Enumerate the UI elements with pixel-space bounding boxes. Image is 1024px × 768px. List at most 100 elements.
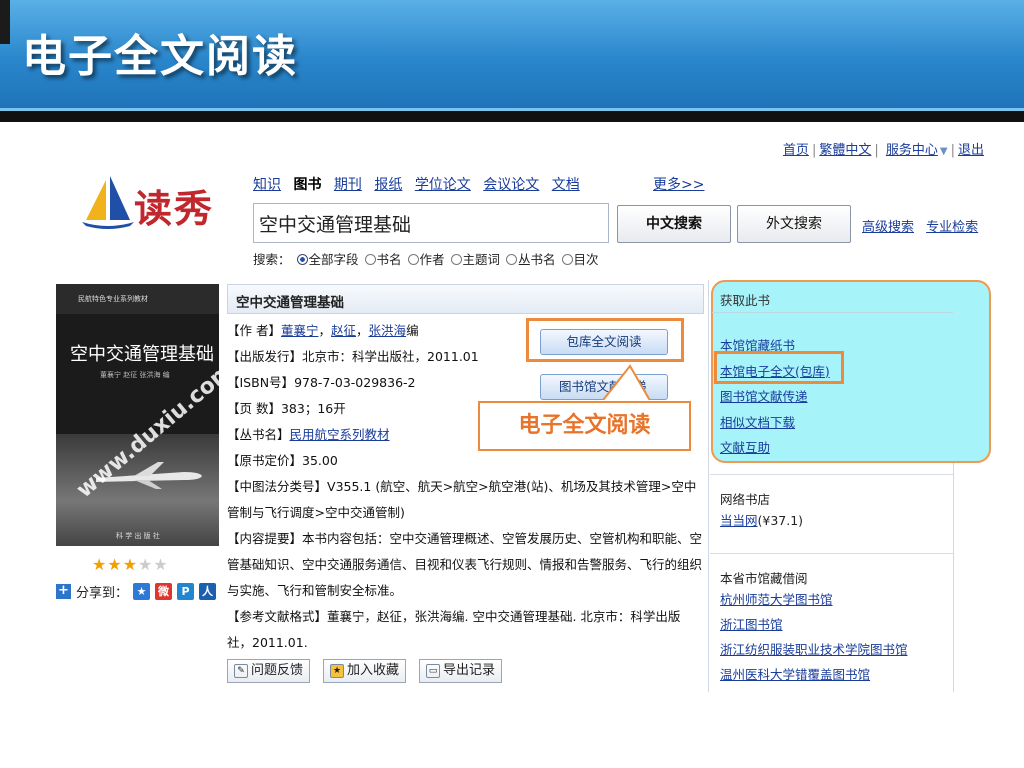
publish-value: 北京市：科学出版社，2011.01 [302, 349, 479, 364]
tab-conference-papers[interactable]: 会议论文 [483, 177, 539, 193]
tab-journals[interactable]: 期刊 [334, 177, 362, 193]
renren-icon[interactable]: 人 [199, 583, 217, 600]
dangdang-link[interactable]: 当当网 [720, 513, 758, 528]
tab-books[interactable]: 图书 [293, 177, 321, 193]
similar-docs-link[interactable]: 相似文档下载 [720, 410, 830, 436]
ebook-link-highlight [714, 351, 844, 384]
professional-search-link[interactable]: 专业检索 [926, 220, 978, 235]
summary-line: 【内容提要】本书内容包括：空中交通管理概述、空管发展历史、空管机构和职能、空管基… [227, 526, 705, 604]
local-libraries-title: 本省市馆藏借阅 [720, 571, 808, 586]
isbn-value: 978-7-03-029836-2 [294, 375, 416, 390]
duxiu-logo[interactable]: 读秀 [80, 176, 220, 236]
search-scope: 搜索： 全部字段 书名 作者 主题词 丛书名 目次 [253, 249, 599, 268]
scope-option-subject[interactable]: 主题词 [463, 252, 501, 267]
slide-title: 电子全文阅读 [22, 31, 298, 82]
series-link[interactable]: 民用航空系列教材 [290, 427, 390, 442]
export-icon: ▭ [426, 664, 441, 678]
scope-option-author[interactable]: 作者 [420, 252, 445, 267]
callout-pointer [598, 364, 654, 404]
author-link-1[interactable]: 董襄宁 [281, 323, 319, 338]
star-empty-icon[interactable]: ★ [153, 555, 168, 574]
feedback-label: 问题反馈 [251, 663, 304, 678]
scope-option-all[interactable]: 全部字段 [309, 252, 359, 267]
scope-radio-title[interactable] [364, 254, 376, 265]
online-store-title: 网络书店 [720, 492, 771, 507]
callout-label: 电子全文阅读 [478, 401, 691, 451]
author-link-2[interactable]: 赵征 [331, 323, 356, 338]
weibo-icon[interactable]: 微 [155, 583, 173, 600]
scope-option-toc[interactable]: 目次 [574, 252, 599, 267]
logo-text: 读秀 [134, 186, 215, 231]
sailboat-icon [82, 176, 134, 229]
export-button[interactable]: ▭ 导出记录 [419, 659, 503, 683]
star-icon[interactable]: ★ [92, 555, 107, 574]
document-delivery-link[interactable]: 图书馆文献传递 [720, 384, 830, 410]
rating-stars[interactable]: ★★★★★ [92, 555, 169, 574]
chinese-search-button[interactable]: 中文搜索 [617, 205, 731, 243]
logout-link[interactable]: 退出 [958, 143, 984, 158]
library-link-3[interactable]: 浙江纺织服装职业技术学院图书馆 [720, 637, 953, 662]
clc-line: 【中图法分类号】V355.1 (航空、航天>航空>航空港(站)、机场及其技术管理… [227, 474, 705, 526]
service-center-link[interactable]: 服务中心 [886, 143, 938, 158]
favorite-button[interactable]: ★ 加入收藏 [323, 659, 407, 683]
star-empty-icon[interactable]: ★ [138, 555, 153, 574]
library-link-4[interactable]: 温州医科大学错覆盖图书馆 [720, 662, 953, 687]
home-link[interactable]: 首页 [783, 143, 809, 158]
star-icon[interactable]: ★ [107, 555, 122, 574]
tab-theses[interactable]: 学位论文 [415, 177, 471, 193]
export-label: 导出记录 [443, 663, 496, 678]
favorite-icon: ★ [330, 664, 345, 678]
tencent-icon[interactable]: P [177, 583, 195, 600]
scope-option-series[interactable]: 丛书名 [518, 252, 556, 267]
traditional-chinese-link[interactable]: 繁體中文 [819, 143, 871, 158]
more-link[interactable]: 更多>> [653, 174, 704, 194]
star-icon[interactable]: ★ [123, 555, 138, 574]
isbn-label: 【ISBN号】 [227, 375, 295, 390]
local-libraries-section: 本省市馆藏借阅 杭州师范大学图书馆 浙江图书馆 浙江纺织服装职业技术学院图书馆 … [710, 553, 953, 687]
library-link-1[interactable]: 杭州师范大学图书馆 [720, 587, 953, 612]
book-cover[interactable]: 民航特色专业系列教材 空中交通管理基础 董襄宁 赵征 张洪海 编 www.dux… [56, 284, 219, 546]
scope-radio-toc[interactable] [561, 254, 573, 265]
author-link-3[interactable]: 张洪海 [369, 323, 407, 338]
tab-knowledge[interactable]: 知识 [253, 177, 281, 193]
book-title: 空中交通管理基础 [227, 284, 704, 314]
qzone-icon[interactable]: ★ [133, 583, 151, 600]
library-link-2[interactable]: 浙江图书馆 [720, 612, 953, 637]
banner-corner [0, 0, 10, 44]
citation-label: 【参考文献格式】 [227, 609, 328, 624]
pages-label: 【页 数】 [227, 401, 281, 416]
cover-publisher: 科 学 出 版 社 [116, 532, 160, 540]
online-store-body: 当当网(¥37.1) [710, 508, 953, 533]
search-input[interactable] [253, 203, 609, 243]
scope-radio-series[interactable] [506, 254, 517, 265]
scope-radio-all[interactable] [296, 254, 308, 265]
tab-newspapers[interactable]: 报纸 [374, 177, 402, 193]
publish-label: 【出版发行】 [227, 349, 303, 364]
cover-authors: 董襄宁 赵征 张洪海 编 [100, 371, 170, 379]
pages-value: 383；16开 [280, 401, 346, 416]
get-book-title: 获取此书 [720, 293, 771, 308]
scope-radio-subject[interactable] [450, 254, 462, 265]
scope-option-title[interactable]: 书名 [377, 252, 402, 267]
advanced-links: 高级搜索 专业检索 [862, 216, 986, 235]
scope-radio-author[interactable] [407, 254, 419, 265]
series-label: 【丛书名】 [227, 427, 290, 442]
plus-icon[interactable]: + [56, 584, 71, 599]
read-button-highlight [526, 318, 684, 362]
cover-title: 空中交通管理基础 [70, 344, 214, 365]
cover-series: 民航特色专业系列教材 [78, 295, 148, 303]
price-value: 35.00 [302, 453, 338, 468]
nav-tabs: 知识 图书 期刊 报纸 学位论文 会议论文 文档 [253, 174, 588, 194]
record-actions: ✎ 问题反馈 ★ 加入收藏 ▭ 导出记录 [227, 659, 503, 683]
share-label: 分享到： [76, 586, 129, 601]
doc-mutual-help-link[interactable]: 文献互助 [720, 435, 830, 461]
feedback-button[interactable]: ✎ 问题反馈 [227, 659, 311, 683]
foreign-search-button[interactable]: 外文搜索 [737, 205, 851, 243]
banner-divider [0, 108, 1024, 122]
advanced-search-link[interactable]: 高级搜索 [862, 220, 914, 235]
dangdang-price: (¥37.1) [757, 513, 804, 528]
clc-label: 【中图法分类号】 [227, 479, 328, 494]
chevron-down-icon[interactable]: ▼ [940, 146, 948, 157]
edit-icon: ✎ [234, 664, 248, 678]
tab-documents[interactable]: 文档 [552, 177, 580, 193]
